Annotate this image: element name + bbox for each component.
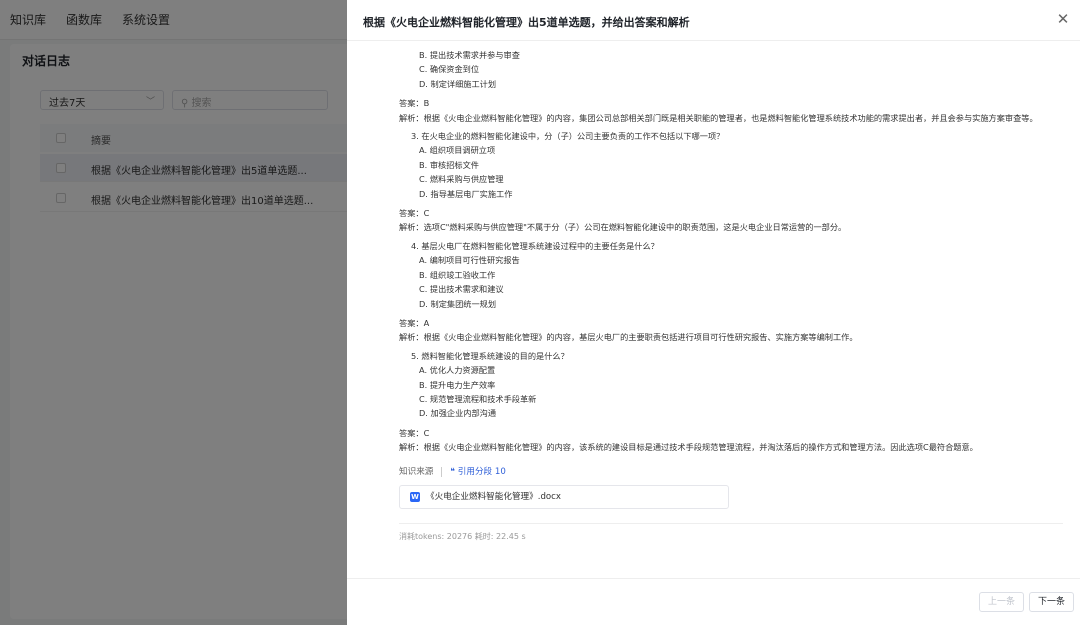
explanation-text: 解析：根据《火电企业燃料智能化管理》的内容，基层火电厂的主要职责包括进行项目可行… [399,332,858,343]
citation-label: 引用分段 10 [457,466,506,477]
divider [399,522,1063,524]
drawer-header: 根据《火电企业燃料智能化管理》出5道单选题，并给出答案和解析 ✕ [347,0,1080,41]
drawer-body[interactable]: B. 提出技术需求并参与审查 C. 确保资金到位 D. 制定详细施工计划答案：B 解析… [347,41,1080,568]
answer-text: 答案：C [399,208,430,219]
question-text: 3. 在火电企业的燃料智能化建设中，分（子）公司主要负责的工作不包括以下哪一项？ [411,131,725,142]
word-doc-icon: W [410,491,420,502]
explanation-text: 解析：选项C"燃料采购与供应管理"不属于分（子）公司在燃料智能化建设中的职责范围… [399,222,847,233]
option-text: D. 制定集团统一规划 [419,298,497,309]
quote-icon: ❝ [450,466,458,477]
answer-text: 答案：C [399,427,430,438]
option-text: C. 燃料采购与供应管理 [419,174,504,185]
option-text: C. 规范管理流程和技术手段革新 [419,393,537,404]
drawer-title: 根据《火电企业燃料智能化管理》出5道单选题，并给出答案和解析 [363,16,690,29]
answer-lines: B. 提出技术需求并参与审查 C. 确保资金到位 D. 制定详细施工计划答案：B 解析… [399,48,1069,455]
divider [441,466,443,477]
token-usage: 消耗tokens: 20276 耗时: 22.45 s [399,531,526,541]
question-text: 4. 基层火电厂在燃料智能化管理系统建设过程中的主要任务是什么？ [411,240,659,251]
knowledge-source: 知识来源 ❝ 引用分段 10 [399,465,1069,479]
explanation-text: 解析：根据《火电企业燃料智能化管理》的内容，该系统的建设目标是通过技术手段规范管… [399,442,978,453]
answer-content: B. 提出技术需求并参与审查 C. 确保资金到位 D. 制定详细施工计划答案：B 解析… [399,48,1069,544]
option-text: C. 提出技术需求和建议 [419,284,504,295]
next-button[interactable]: 下一条 [1028,592,1074,612]
prev-button[interactable]: 上一条 [978,592,1024,612]
option-text: C. 确保资金到位 [419,64,480,75]
source-file-name: 《火电企业燃料智能化管理》.docx [426,491,561,502]
answer-text: 答案：A [399,317,430,328]
option-text: B. 提出技术需求并参与审查 [419,50,520,60]
option-text: D. 加强企业内部沟通 [419,408,497,419]
option-text: B. 提升电力生产效率 [419,379,496,390]
option-text: B. 组织竣工验收工作 [419,269,496,280]
option-text: A. 组织项目调研立项 [419,145,496,156]
drawer-footer: 上一条 下一条 [347,578,1080,625]
conversation-detail-drawer: 根据《火电企业燃料智能化管理》出5道单选题，并给出答案和解析 ✕ B. 提出技术… [347,0,1080,625]
close-icon[interactable]: ✕ [1054,10,1072,28]
question-text: 5. 燃料智能化管理系统建设的目的是什么？ [411,350,569,361]
source-file-card[interactable]: W 《火电企业燃料智能化管理》.docx [399,484,729,509]
option-text: A. 优化人力资源配置 [419,365,496,376]
option-text: B. 审核招标文件 [419,159,479,170]
explanation-text: 解析：根据《火电企业燃料智能化管理》的内容，集团公司总部相关部门既是相关职能的管… [399,112,1038,123]
option-text: D. 制定详细施工计划 [419,78,497,89]
citation-link[interactable]: ❝ 引用分段 10 [450,465,505,479]
option-text: A. 编制项目可行性研究报告 [419,255,520,266]
source-label: 知识来源 [399,466,434,477]
option-text: D. 指导基层电厂实施工作 [419,188,513,199]
answer-text: 答案：B [399,98,430,109]
